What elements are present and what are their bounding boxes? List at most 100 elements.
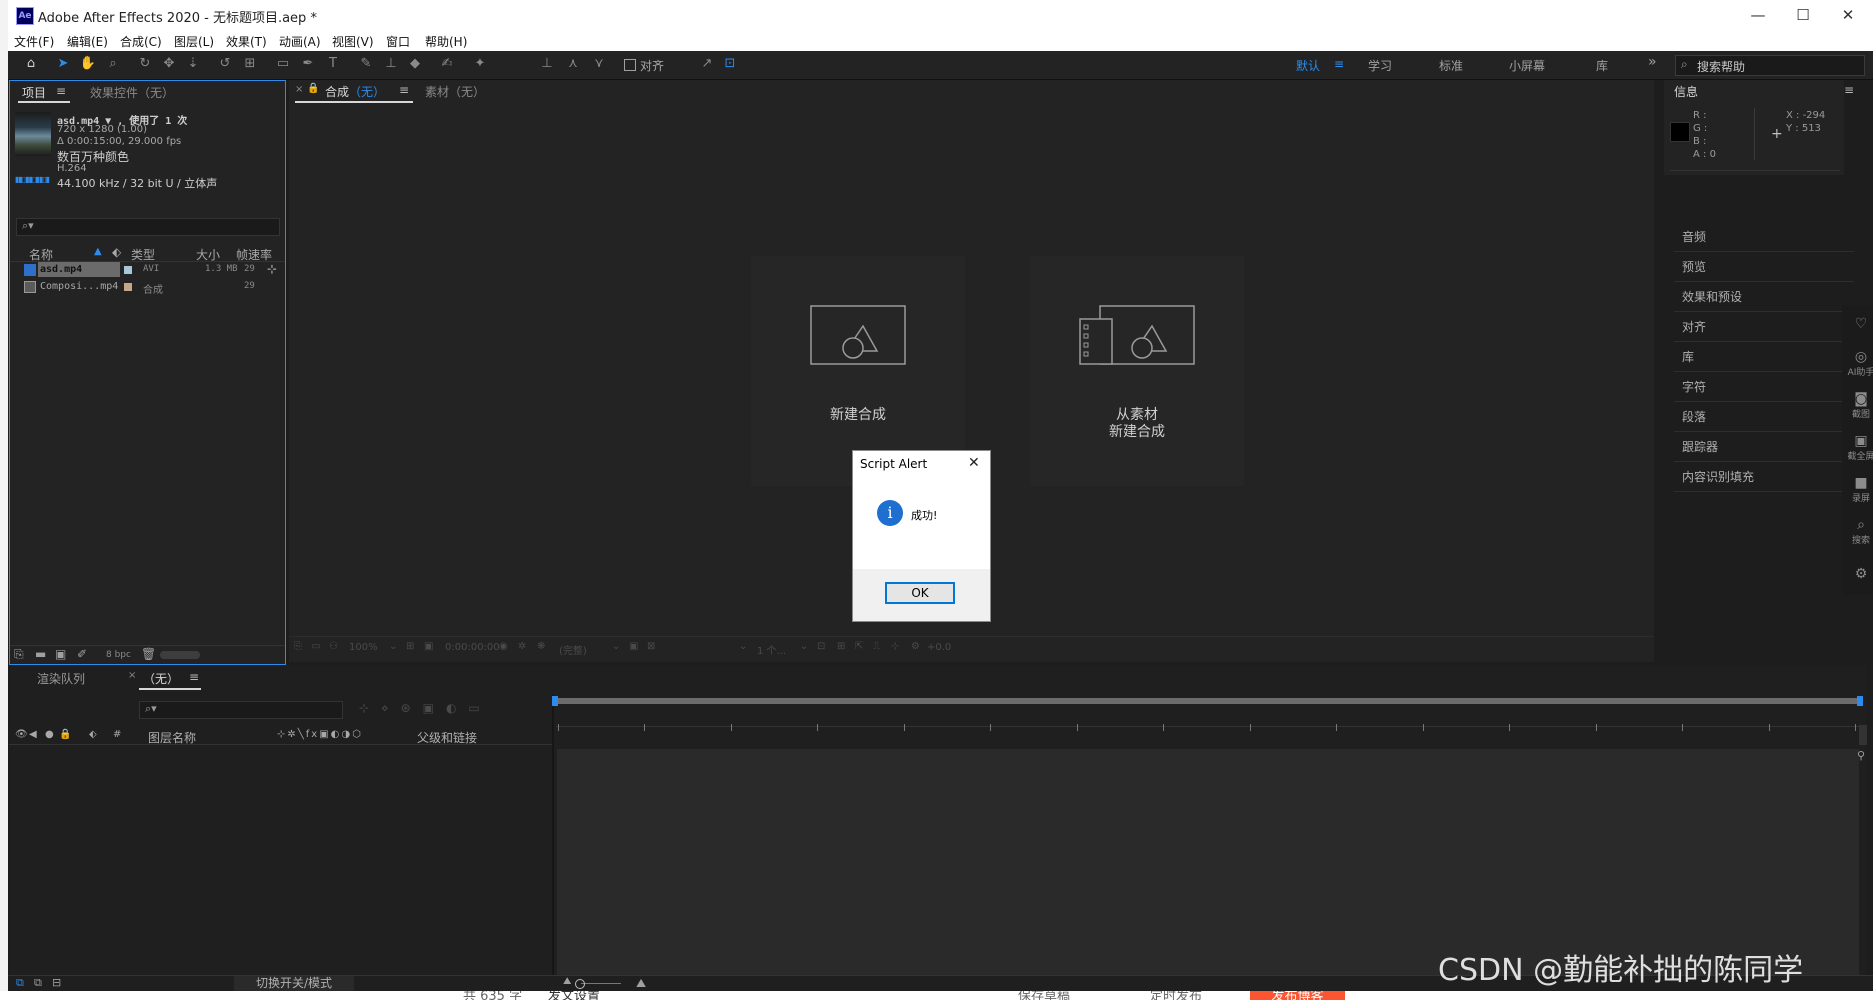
menu-animation[interactable]: 动画(A) — [279, 33, 321, 50]
work-area-end-handle[interactable] — [1857, 696, 1863, 706]
align-checkbox[interactable] — [624, 59, 636, 71]
layer-switches-toggle-icon[interactable]: ⧉ — [16, 976, 24, 990]
new-composition-icon[interactable]: ▣ — [55, 647, 66, 661]
panel-character[interactable]: 字符 — [1674, 372, 1854, 402]
tab-composition[interactable]: 合成 — [325, 83, 349, 100]
eraser-tool-icon[interactable]: ◆ — [406, 55, 424, 73]
project-search-input[interactable]: ⌕▾ — [16, 218, 280, 236]
col-name[interactable]: 名称 — [29, 246, 53, 263]
interpret-footage-icon[interactable]: ⎘ — [14, 647, 24, 662]
menu-effect[interactable]: 效果(T) — [226, 33, 267, 50]
transparency-grid-icon[interactable]: ⊠ — [647, 641, 655, 652]
region-icon[interactable]: ▣ — [424, 641, 433, 652]
zoom-tool-icon[interactable]: ⌕ — [104, 55, 122, 73]
ok-button[interactable]: OK — [885, 582, 955, 604]
col-layer-name[interactable]: 图层名称 — [148, 729, 196, 746]
brush-tool-icon[interactable]: ✎ — [357, 55, 375, 73]
search-tool-button[interactable]: ⌕ 搜索 — [1846, 517, 1873, 546]
world-axis-icon[interactable]: ⋏ — [564, 55, 582, 73]
tab-footage[interactable]: 素材（无） — [425, 83, 485, 100]
zoom-slider-handle[interactable] — [575, 979, 585, 989]
panel-audio[interactable]: 音频 — [1674, 222, 1854, 252]
minimize-button[interactable]: — — [1738, 4, 1778, 26]
panel-align[interactable]: 对齐 — [1674, 312, 1854, 342]
anchor-tool-icon[interactable]: ⊞ — [241, 55, 259, 73]
workspace-standard[interactable]: 标准 — [1439, 57, 1463, 74]
monitor-icon[interactable]: ▭ — [311, 641, 320, 652]
workspace-libraries[interactable]: 库 — [1596, 57, 1608, 74]
menu-view[interactable]: 视图(V) — [332, 33, 374, 50]
fast-preview-icon[interactable]: ⇱ — [855, 641, 863, 652]
layer-switches-icons[interactable]: ⊹✲╲fx▣◐◑⬡ — [277, 729, 363, 740]
work-area-start-handle[interactable] — [552, 696, 558, 706]
zoom-slider[interactable] — [581, 983, 621, 984]
publish-blog-button[interactable]: 发布博客 — [1250, 991, 1345, 1000]
hand-tool-icon[interactable]: ✋ — [79, 55, 97, 73]
zoom-dropdown[interactable]: 100% — [349, 642, 378, 653]
new-composition-from-footage-card[interactable]: 从素材 新建合成 — [1030, 256, 1244, 486]
panel-tracker[interactable]: 跟踪器 — [1674, 432, 1854, 462]
exposure-icon[interactable]: ⚙ — [911, 641, 920, 652]
flowchart-small-icon[interactable]: ⊹ — [891, 641, 899, 652]
info-menu-icon[interactable]: ≡ — [1844, 83, 1854, 97]
col-size[interactable]: 大小 — [196, 246, 220, 263]
lock-layer-icon[interactable]: 🔒 — [59, 729, 71, 740]
col-type[interactable]: 类型 — [131, 246, 155, 263]
snap-settings-icon[interactable]: ⊡ — [721, 55, 739, 73]
timeline-scrollbar[interactable] — [1859, 725, 1867, 745]
label-icon[interactable]: ⬖ — [89, 729, 97, 740]
timeline-menu-icon[interactable]: ≡ — [189, 670, 199, 684]
menu-composition[interactable]: 合成(C) — [120, 33, 162, 50]
bpc-label[interactable]: 8 bpc — [106, 650, 131, 660]
workspace-default[interactable]: 默认 — [1296, 57, 1320, 74]
rotate-tool-icon[interactable]: ↺ — [216, 55, 234, 73]
orbit-tool-icon[interactable]: ↻ — [136, 55, 154, 73]
view-icon[interactable]: ⚇ — [329, 641, 338, 652]
tab-composition-name[interactable]: （无） — [349, 83, 385, 100]
puppet-tool-icon[interactable]: ✦ — [471, 55, 489, 73]
timecode[interactable]: 0:00:00:00 — [445, 642, 500, 653]
preview-icon[interactable]: ⎘ — [294, 641, 302, 652]
composition-menu-icon[interactable]: ≡ — [399, 83, 409, 97]
panel-paragraph[interactable]: 段落 — [1674, 402, 1854, 432]
panel-effects-presets[interactable]: 效果和预设 — [1674, 282, 1854, 312]
sort-ascending-icon[interactable]: ▲ — [94, 246, 102, 257]
comp-marker-icon[interactable]: ⚲ — [1857, 749, 1865, 762]
menu-window[interactable]: 窗口 — [386, 33, 410, 50]
tab-timeline-comp[interactable]: （无） — [143, 670, 179, 687]
project-item-row[interactable]: Composi...mp4 合成 29 — [22, 279, 277, 296]
layer-number-icon[interactable]: # — [113, 729, 121, 740]
time-ruler[interactable] — [556, 710, 1859, 727]
trash-icon[interactable]: 🗑 — [141, 647, 156, 661]
record-screen-button[interactable]: ■ 录屏 — [1846, 475, 1873, 504]
reset-exposure-icon[interactable]: ⊞ — [837, 641, 845, 652]
fit-icon[interactable]: ⊞ — [406, 641, 414, 652]
project-menu-icon[interactable]: ≡ — [56, 84, 66, 98]
publish-settings[interactable]: 发文设置 — [548, 991, 600, 1000]
timing-icon[interactable]: ⊟ — [52, 976, 61, 989]
zoom-out-icon[interactable]: ⛰ — [563, 976, 571, 987]
zoom-in-icon[interactable]: ⛰ — [636, 976, 646, 991]
axis-mode-icon[interactable]: ⊥ — [538, 55, 556, 73]
show-snapshot-icon[interactable]: ✲ — [518, 641, 526, 652]
workspace-learn[interactable]: 学习 — [1368, 57, 1392, 74]
selection-tool-icon[interactable]: ➤ — [54, 55, 72, 73]
lock-icon[interactable]: 🔒 — [307, 83, 319, 94]
rectangle-tool-icon[interactable]: ▭ — [274, 55, 292, 73]
home-icon[interactable]: ⌂ — [22, 55, 40, 73]
timeline-icon[interactable]: ⎍ — [873, 641, 880, 652]
menu-edit[interactable]: 编辑(E) — [67, 33, 108, 50]
more-workspaces-icon[interactable]: » — [1648, 54, 1657, 70]
resolution-dropdown[interactable]: (完整) — [559, 642, 587, 657]
snap-icon[interactable]: ↗ — [698, 55, 716, 73]
panel-libraries[interactable]: 库 — [1674, 342, 1854, 372]
ai-assistant-button[interactable]: ◎ AI助手 — [1846, 349, 1873, 378]
views-dropdown[interactable]: 1 个... — [757, 642, 786, 657]
solo-icon[interactable]: ● — [45, 729, 54, 740]
project-scroll-handle[interactable] — [160, 651, 200, 659]
screenshot-button[interactable]: ◙ 截图 — [1846, 391, 1873, 420]
adjust-icon[interactable]: ✐ — [77, 647, 87, 661]
roto-brush-tool-icon[interactable]: ✍ — [438, 55, 456, 73]
col-parent-link[interactable]: 父级和链接 — [417, 729, 477, 746]
menu-help[interactable]: 帮助(H) — [425, 33, 467, 50]
